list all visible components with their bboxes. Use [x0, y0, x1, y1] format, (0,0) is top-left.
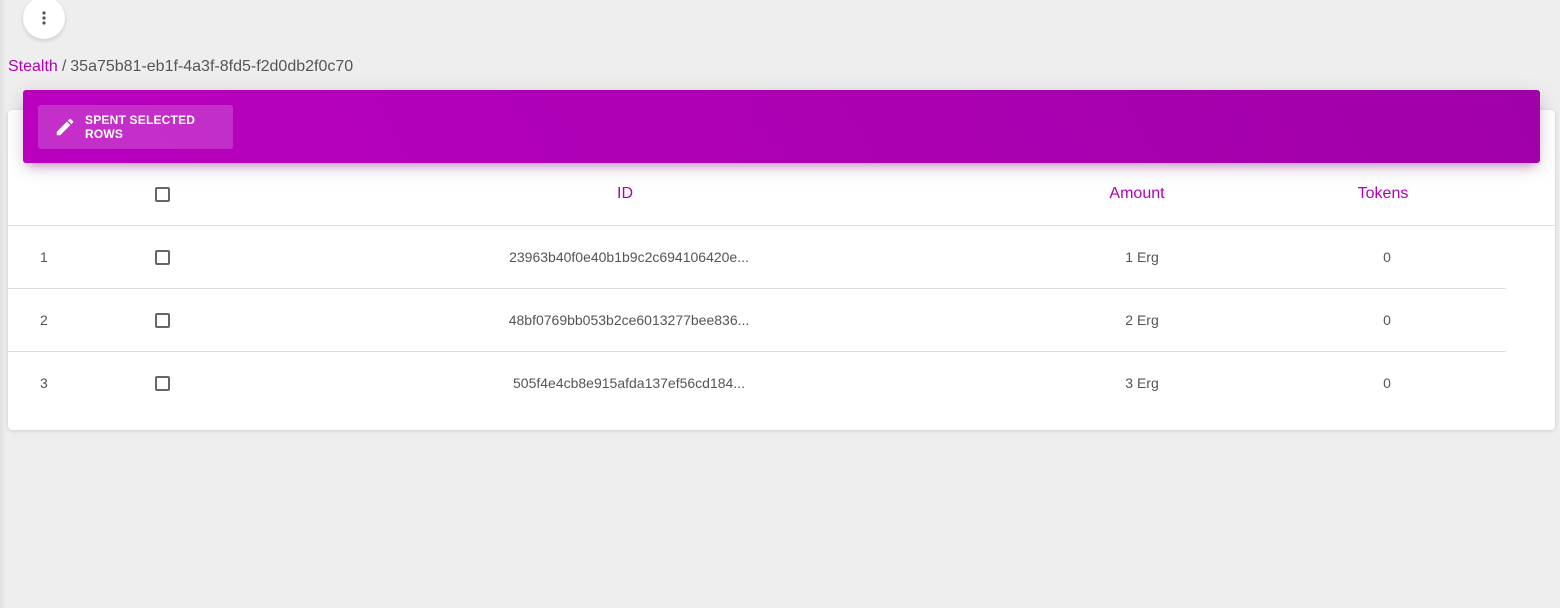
row-index: 2 — [40, 312, 48, 328]
row-checkbox[interactable] — [155, 313, 170, 328]
breadcrumb-link-stealth[interactable]: Stealth — [8, 58, 58, 75]
header-divider — [8, 225, 1555, 226]
spent-selected-rows-label: SPENT SELECTED ROWS — [85, 113, 196, 141]
row-divider — [8, 351, 1506, 352]
select-all-checkbox[interactable] — [155, 187, 170, 202]
row-amount: 3 Erg — [1125, 375, 1159, 391]
row-amount: 2 Erg — [1125, 312, 1159, 328]
row-tokens: 0 — [1383, 249, 1391, 265]
row-checkbox[interactable] — [155, 376, 170, 391]
column-header-amount[interactable]: Amount — [1109, 184, 1164, 204]
row-tokens: 0 — [1383, 375, 1391, 391]
row-divider — [8, 288, 1506, 289]
column-header-id[interactable]: ID — [617, 184, 633, 204]
more-vert-icon — [42, 11, 46, 25]
breadcrumb-current: 35a75b81-eb1f-4a3f-8fd5-f2d0db2f0c70 — [70, 58, 354, 75]
row-tokens: 0 — [1383, 312, 1391, 328]
row-index: 1 — [40, 249, 48, 265]
row-amount: 1 Erg — [1125, 249, 1159, 265]
spent-selected-rows-button[interactable]: SPENT SELECTED ROWS — [38, 105, 233, 149]
more-options-button[interactable] — [23, 0, 65, 39]
row-id: 505f4e4cb8e915afda137ef56cd184... — [513, 375, 745, 391]
row-id: 48bf0769bb053b2ce6013277bee836... — [508, 312, 750, 328]
row-id: 23963b40f0e40b1b9c2c694106420e... — [509, 249, 749, 265]
card-header-toolbar: SPENT SELECTED ROWS — [23, 90, 1540, 163]
row-checkbox[interactable] — [155, 250, 170, 265]
sidebar-edge-shadow — [0, 0, 6, 608]
breadcrumb-separator: / — [61, 58, 67, 75]
row-index: 3 — [40, 375, 48, 391]
column-header-tokens[interactable]: Tokens — [1358, 184, 1409, 204]
pencil-icon — [54, 116, 76, 138]
breadcrumb: Stealth/35a75b81-eb1f-4a3f-8fd5-f2d0db2f… — [8, 57, 353, 77]
